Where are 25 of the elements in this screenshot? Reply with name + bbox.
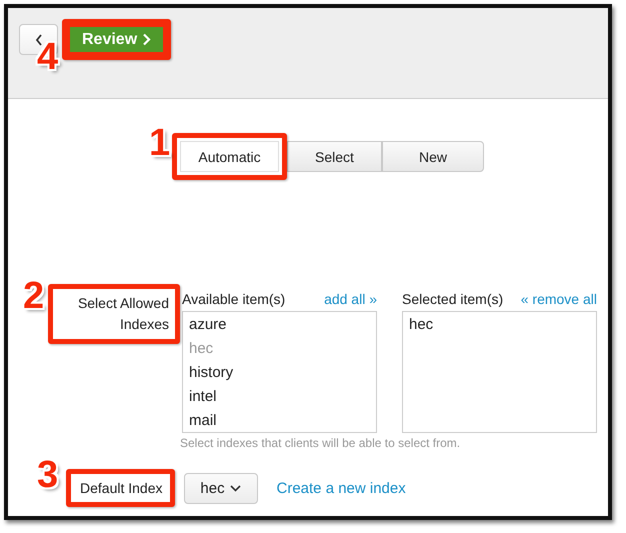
- field-label: Default Index: [79, 479, 164, 498]
- add-all-link[interactable]: add all »: [324, 291, 377, 307]
- chevron-right-icon: [142, 33, 152, 46]
- caret-icon: [230, 484, 241, 492]
- tab[interactable]: New: [382, 141, 484, 172]
- list-box[interactable]: hec: [402, 311, 597, 433]
- list-item[interactable]: azure: [189, 316, 376, 340]
- callout-number: 4: [37, 38, 58, 76]
- list-heading: Available item(s): [182, 291, 286, 307]
- list-item[interactable]: intel: [189, 388, 376, 412]
- callout-number: 1: [149, 124, 170, 162]
- list-item[interactable]: mail: [189, 412, 376, 436]
- remove-all-link[interactable]: « remove all: [520, 291, 597, 307]
- help-text: Select indexes that clients will be able to select from.: [180, 436, 462, 450]
- list-heading: Selected item(s): [402, 291, 504, 307]
- list-item[interactable]: history: [189, 364, 376, 388]
- tab[interactable]: Automatic: [180, 141, 279, 172]
- create-index-link[interactable]: Create a new index: [276, 480, 406, 496]
- index-dropdown[interactable]: hec: [184, 472, 258, 504]
- tab[interactable]: Select: [287, 141, 382, 172]
- list-item[interactable]: hec: [409, 316, 596, 340]
- review-button[interactable]: Review: [70, 27, 164, 52]
- callout-number: 3: [37, 456, 58, 494]
- callout-number: 2: [23, 277, 44, 315]
- field-label: Select Allowed Indexes: [76, 294, 169, 334]
